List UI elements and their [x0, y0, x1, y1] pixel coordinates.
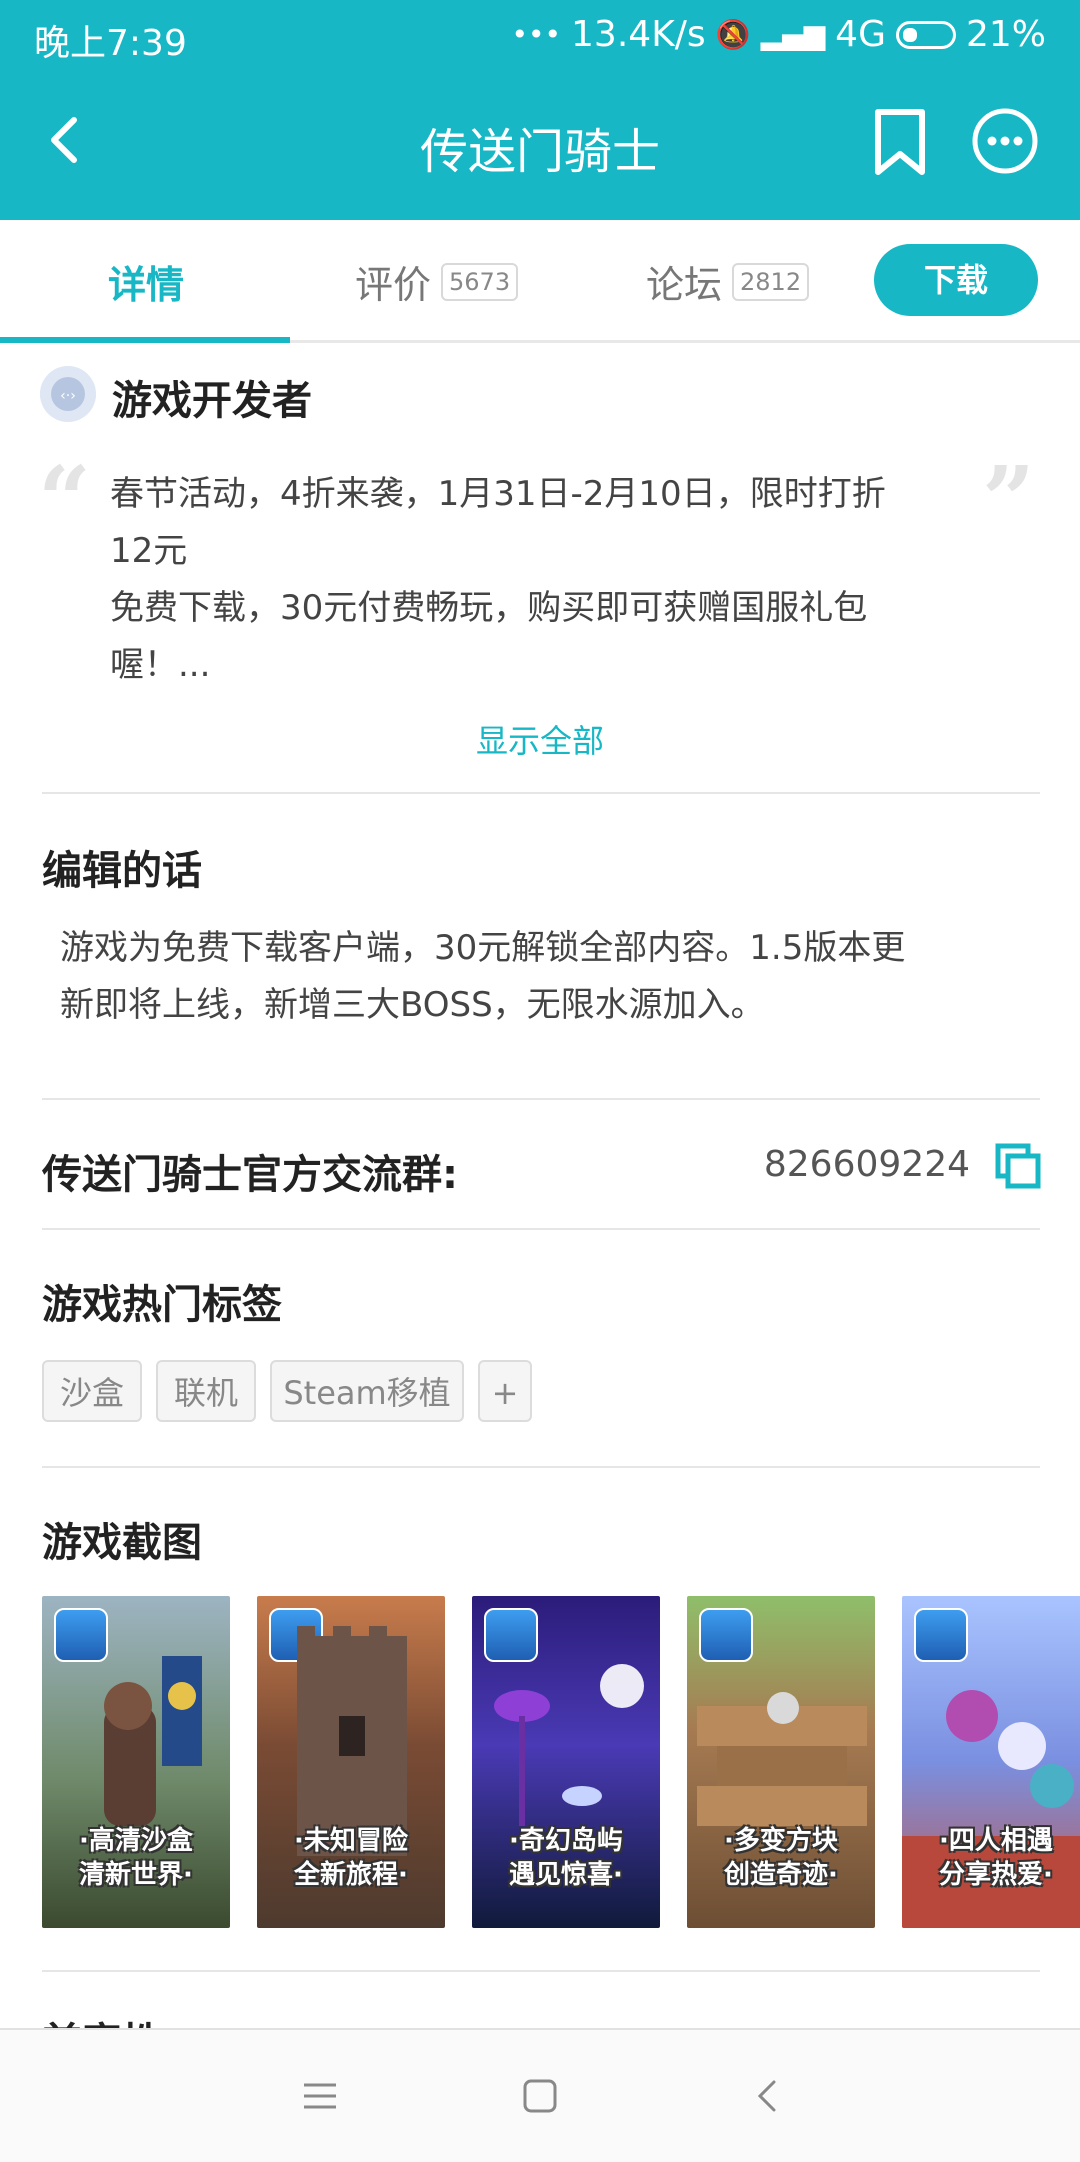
- screenshot-caption: ·高清沙盒 清新世界·: [42, 1824, 230, 1892]
- tag-multiplayer[interactable]: 联机: [156, 1360, 256, 1422]
- tab-reviews[interactable]: 评价 5673: [355, 254, 519, 309]
- editor-text: 游戏为免费下载客户端，30元解锁全部内容。1.5版本更 新即将上线，新增三大BO…: [60, 920, 1020, 1034]
- caption-line: ·多变方块: [724, 1826, 838, 1856]
- developer-avatar: ‹·›: [40, 366, 96, 422]
- tag-sandbox[interactable]: 沙盒: [42, 1360, 142, 1422]
- app-header: 晚上7:39 ••• 13.4K/s 🔕 ▂▄▆ 4G 21% 传送门骑士: [0, 0, 1080, 220]
- caption-line: 创造奇迹·: [724, 1860, 838, 1890]
- open-quote-icon: “: [38, 446, 91, 554]
- status-battery: 21%: [965, 14, 1046, 55]
- bookmark-icon[interactable]: [870, 106, 930, 178]
- tab-forum-label: 论坛: [646, 263, 723, 307]
- screenshot-thumbnail[interactable]: ·奇幻岛屿 遇见惊喜·: [472, 1596, 660, 1928]
- caption-line: ·高清沙盒: [79, 1826, 193, 1856]
- status-time: 晚上7:39: [34, 23, 187, 64]
- signal-icon: ▂▄▆: [760, 18, 826, 51]
- caption-line: 分享热爱·: [939, 1860, 1053, 1890]
- back-icon[interactable]: [36, 110, 96, 170]
- status-bar: 晚上7:39 ••• 13.4K/s 🔕 ▂▄▆ 4G 21%: [0, 0, 1080, 70]
- status-speed: 13.4K/s: [571, 14, 706, 55]
- copy-icon[interactable]: [994, 1142, 1042, 1190]
- developer-line: 12元: [110, 531, 188, 571]
- system-nav-bar: [0, 2028, 1080, 2162]
- tab-reviews-label: 评价: [355, 263, 432, 307]
- tab-forum-count: 2812: [732, 262, 810, 301]
- developer-line: 免费下载，30元付费畅玩，购买即可获赠国服礼包: [110, 588, 868, 628]
- home-icon[interactable]: [520, 2076, 560, 2116]
- tab-forum[interactable]: 论坛 2812: [646, 254, 810, 309]
- editor-heading: 编辑的话: [42, 848, 202, 894]
- screenshot-caption: ·奇幻岛屿 遇见惊喜·: [472, 1824, 660, 1892]
- status-network: 4G: [835, 14, 886, 55]
- tags-heading: 游戏热门标签: [42, 1282, 282, 1328]
- developer-text: 春节活动，4折来袭，1月31日-2月10日，限时打折 12元 免费下载，30元付…: [110, 466, 970, 694]
- tab-details-label: 详情: [108, 263, 185, 307]
- show-all-link[interactable]: 显示全部: [0, 716, 1080, 762]
- svg-text:‹·›: ‹·›: [60, 388, 76, 404]
- title-bar: 传送门骑士: [0, 70, 1080, 220]
- tab-details[interactable]: 详情: [108, 254, 184, 309]
- tag-steam[interactable]: Steam移植: [270, 1360, 464, 1422]
- group-number: 826609224: [763, 1144, 970, 1185]
- caption-line: 全新旅程·: [294, 1860, 408, 1890]
- add-tag-button[interactable]: +: [478, 1360, 532, 1422]
- screenshot-caption: ·四人相遇 分享热爱·: [902, 1824, 1080, 1892]
- screenshot-thumbnail[interactable]: ·四人相遇 分享热爱·: [902, 1596, 1080, 1928]
- divider: [42, 792, 1040, 794]
- mute-icon: 🔕: [715, 18, 751, 51]
- screenshots-heading: 游戏截图: [42, 1520, 202, 1566]
- developer-line: 春节活动，4折来袭，1月31日-2月10日，限时打折: [110, 474, 886, 514]
- tab-active-indicator: [0, 337, 290, 343]
- screenshot-thumbnail[interactable]: ·高清沙盒 清新世界·: [42, 1596, 230, 1928]
- more-icon[interactable]: [970, 106, 1040, 176]
- nav-back-icon[interactable]: [748, 2076, 788, 2116]
- page-title: 传送门骑士: [419, 124, 660, 180]
- divider: [42, 1466, 1040, 1468]
- editor-line: 游戏为免费下载客户端，30元解锁全部内容。1.5版本更: [60, 928, 906, 968]
- screenshot-thumbnail[interactable]: ·未知冒险 全新旅程·: [257, 1596, 445, 1928]
- caption-line: ·四人相遇: [939, 1826, 1053, 1856]
- caption-line: ·未知冒险: [294, 1826, 408, 1856]
- status-indicators: ••• 13.4K/s 🔕 ▂▄▆ 4G 21%: [511, 14, 1046, 55]
- caption-line: ·奇幻岛屿: [509, 1826, 623, 1856]
- battery-icon: [895, 20, 956, 49]
- group-label: 传送门骑士官方交流群:: [42, 1152, 458, 1198]
- tab-bar: 详情 评价 5673 论坛 2812 下载: [0, 220, 1080, 343]
- caption-line: 遇见惊喜·: [509, 1860, 623, 1890]
- download-button[interactable]: 下载: [874, 244, 1038, 316]
- more-dots-icon: •••: [511, 18, 562, 51]
- divider: [42, 1228, 1040, 1230]
- close-quote-icon: ”: [982, 446, 1035, 554]
- editor-line: 新即将上线，新增三大BOSS，无限水源加入。: [60, 985, 765, 1025]
- screenshot-thumbnail[interactable]: ·多变方块 创造奇迹·: [687, 1596, 875, 1928]
- menu-icon[interactable]: [300, 2076, 340, 2116]
- developer-heading: 游戏开发者: [112, 378, 312, 424]
- divider: [42, 1098, 1040, 1100]
- screenshot-caption: ·多变方块 创造奇迹·: [687, 1824, 875, 1892]
- caption-line: 清新世界·: [79, 1860, 193, 1890]
- developer-line: 喔！...: [110, 645, 211, 685]
- tab-reviews-count: 5673: [441, 262, 519, 301]
- screenshot-caption: ·未知冒险 全新旅程·: [257, 1824, 445, 1892]
- divider: [42, 1970, 1040, 1972]
